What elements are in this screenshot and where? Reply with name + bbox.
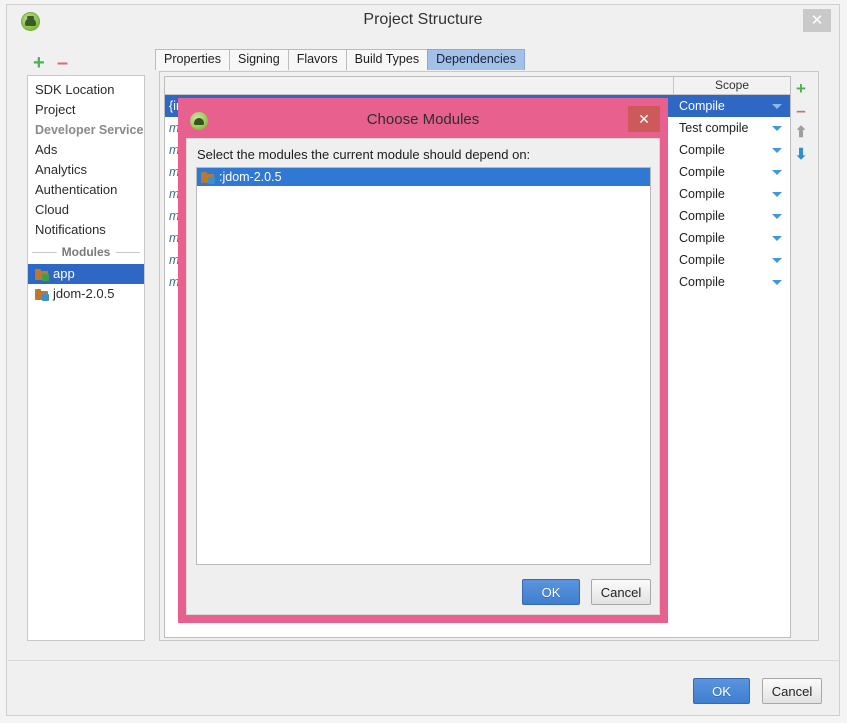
dependency-toolbar: + – ⬆ ⬇ [790, 78, 812, 166]
dependency-scope[interactable]: Compile [673, 249, 790, 271]
close-icon[interactable]: ✕ [803, 9, 831, 32]
table-header: Scope [165, 77, 790, 95]
chevron-down-icon[interactable] [772, 214, 782, 219]
dialog-body: Select the modules the current module sh… [186, 138, 660, 615]
dependency-scope[interactable]: Compile [673, 139, 790, 161]
add-dependency-button[interactable]: + [790, 78, 812, 100]
tab-properties[interactable]: Properties [155, 49, 230, 70]
sidebar-item-project[interactable]: Project [28, 100, 144, 120]
chevron-down-icon[interactable] [772, 258, 782, 263]
module-list[interactable]: :jdom-2.0.5 [196, 167, 651, 565]
footer-divider [8, 660, 840, 661]
chevron-down-icon[interactable] [772, 104, 782, 109]
sidebar-module-label: jdom-2.0.5 [53, 286, 115, 301]
ok-button[interactable]: OK [693, 678, 750, 704]
dependency-scope[interactable]: Compile [673, 227, 790, 249]
choose-modules-dialog: Choose Modules ✕ Select the modules the … [178, 98, 668, 623]
chevron-down-icon[interactable] [772, 236, 782, 241]
chevron-down-icon[interactable] [772, 148, 782, 153]
tab-flavors[interactable]: Flavors [287, 49, 347, 70]
list-item[interactable]: :jdom-2.0.5 [197, 168, 650, 186]
chevron-down-icon[interactable] [772, 280, 782, 285]
close-icon[interactable]: ✕ [628, 106, 660, 132]
dialog-titlebar: Choose Modules ✕ [186, 106, 660, 138]
sidebar-item-sdk-location[interactable]: SDK Location [28, 80, 144, 100]
scope-value: Compile [679, 143, 725, 157]
window-title: Project Structure [363, 11, 483, 28]
sidebar-item-analytics[interactable]: Analytics [28, 160, 144, 180]
module-name: :jdom-2.0.5 [219, 170, 282, 184]
scope-value: Compile [679, 99, 725, 113]
tab-signing[interactable]: Signing [228, 49, 289, 70]
scope-value: Compile [679, 253, 725, 267]
dialog-title: Choose Modules [366, 111, 480, 128]
dependency-scope[interactable]: Compile [673, 271, 790, 293]
sidebar: SDK Location Project Developer Services … [27, 75, 145, 641]
modules-separator: Modules [28, 242, 144, 264]
dialog-prompt: Select the modules the current module sh… [197, 147, 531, 162]
dependency-scope[interactable]: Compile [673, 205, 790, 227]
dependency-scope[interactable]: Compile [673, 183, 790, 205]
add-module-button[interactable]: + [33, 53, 45, 73]
column-header-scope: Scope [673, 77, 790, 94]
dependency-scope[interactable]: Compile [673, 161, 790, 183]
scope-value: Compile [679, 187, 725, 201]
remove-module-button[interactable]: – [57, 53, 68, 73]
chevron-down-icon[interactable] [772, 126, 782, 131]
scope-value: Compile [679, 165, 725, 179]
chevron-down-icon[interactable] [772, 192, 782, 197]
sidebar-module-jdom[interactable]: jdom-2.0.5 [28, 284, 144, 304]
dependency-scope[interactable]: Compile [673, 95, 790, 117]
sidebar-item-cloud[interactable]: Cloud [28, 200, 144, 220]
scope-value: Compile [679, 275, 725, 289]
tab-bar: Properties Signing Flavors Build Types D… [155, 49, 525, 70]
screen: Project Structure ✕ + – SDK Location Pro… [0, 0, 847, 723]
library-folder-icon [35, 288, 49, 301]
library-folder-icon [201, 171, 215, 184]
sidebar-item-notifications[interactable]: Notifications [28, 220, 144, 240]
scope-value: Test compile [679, 121, 749, 135]
sidebar-module-app[interactable]: app [28, 264, 144, 284]
dialog-ok-button[interactable]: OK [522, 579, 580, 605]
modules-separator-label: Modules [56, 245, 116, 259]
remove-dependency-button[interactable]: – [790, 100, 812, 122]
scope-value: Compile [679, 209, 725, 223]
cancel-button[interactable]: Cancel [762, 678, 822, 704]
dependency-scope[interactable]: Test compile [673, 117, 790, 139]
sidebar-item-ads[interactable]: Ads [28, 140, 144, 160]
sidebar-item-authentication[interactable]: Authentication [28, 180, 144, 200]
tab-dependencies[interactable]: Dependencies [427, 49, 525, 70]
sidebar-group-developer-services: Developer Services [35, 123, 145, 137]
tab-build-types[interactable]: Build Types [345, 49, 429, 70]
sidebar-module-label: app [53, 266, 75, 281]
module-folder-icon [35, 268, 49, 281]
chevron-down-icon[interactable] [772, 170, 782, 175]
window-titlebar: Project Structure ✕ [7, 5, 839, 38]
move-down-button[interactable]: ⬇ [790, 144, 812, 166]
move-up-button[interactable]: ⬆ [790, 122, 812, 144]
dialog-cancel-button[interactable]: Cancel [591, 579, 651, 605]
scope-value: Compile [679, 231, 725, 245]
